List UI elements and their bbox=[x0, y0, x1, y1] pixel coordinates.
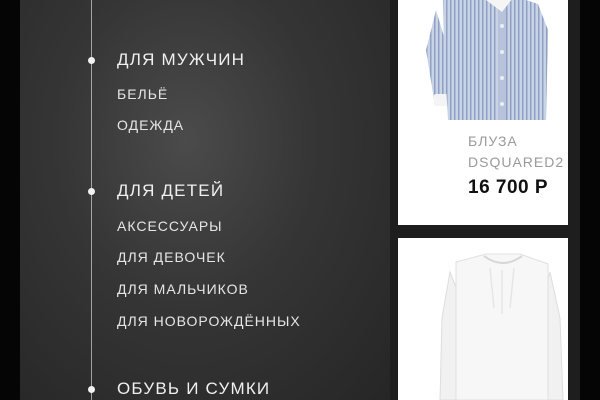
menu-item-boys[interactable]: ДЛЯ МАЛЬЧИКОВ bbox=[117, 281, 249, 297]
timeline-dot bbox=[88, 386, 95, 393]
menu-heading-kids[interactable]: ДЛЯ ДЕТЕЙ bbox=[117, 181, 224, 201]
product-brand: DSQUARED2 bbox=[468, 154, 565, 170]
white-blouse-icon bbox=[439, 253, 564, 400]
app-screen: ДЛЯ МУЖЧИН БЕЛЬЁ ОДЕЖДА ДЛЯ ДЕТЕЙ АКСЕСС… bbox=[20, 0, 580, 400]
side-menu: ДЛЯ МУЖЧИН БЕЛЬЁ ОДЕЖДА ДЛЯ ДЕТЕЙ АКСЕСС… bbox=[20, 0, 390, 400]
timeline-dot bbox=[88, 188, 95, 195]
product-category: БЛУЗА bbox=[468, 133, 518, 149]
menu-heading-men[interactable]: ДЛЯ МУЖЧИН bbox=[117, 50, 245, 70]
menu-item-clothing[interactable]: ОДЕЖДА bbox=[117, 117, 184, 133]
menu-item-girls[interactable]: ДЛЯ ДЕВОЧЕК bbox=[117, 249, 226, 265]
menu-item-newborns[interactable]: ДЛЯ НОВОРОЖДЁННЫХ bbox=[117, 313, 301, 329]
menu-item-underwear[interactable]: БЕЛЬЁ bbox=[117, 86, 168, 102]
menu-heading-shoes-bags[interactable]: ОБУВЬ И СУМКИ bbox=[117, 379, 270, 399]
product-price: 16 700 Р bbox=[468, 177, 549, 198]
timeline-dot bbox=[88, 57, 95, 64]
product-card[interactable] bbox=[398, 238, 568, 400]
striped-shirt-icon bbox=[426, 0, 548, 120]
menu-item-accessories[interactable]: АКСЕССУАРЫ bbox=[117, 218, 223, 234]
product-list: БЛУЗА DSQUARED2 16 700 Р bbox=[390, 0, 580, 400]
product-card[interactable]: БЛУЗА DSQUARED2 16 700 Р bbox=[398, 0, 568, 225]
